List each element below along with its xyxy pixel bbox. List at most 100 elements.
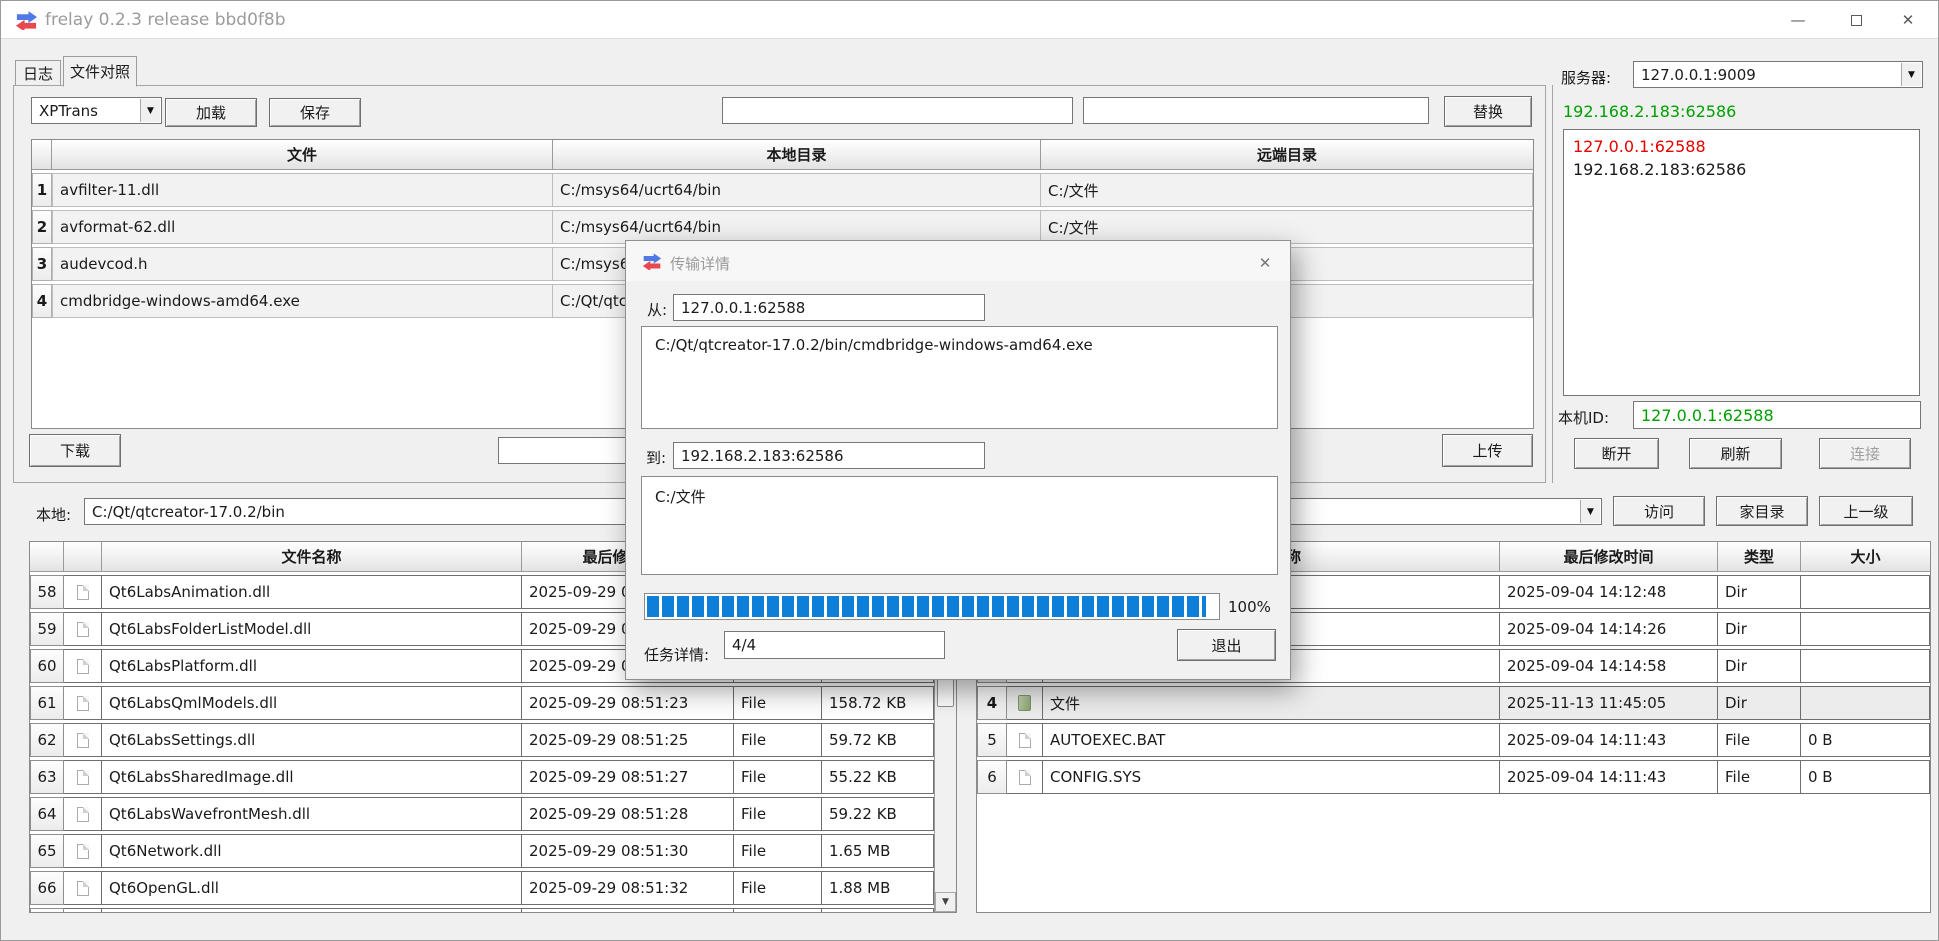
cell-name[interactable]: Qt6LabsQmlModels.dll — [102, 686, 522, 720]
cell-name[interactable]: Qt6Network.dll — [102, 834, 522, 868]
col-local-dir[interactable]: 本地目录 — [553, 140, 1041, 170]
cell-local[interactable]: C:/msys64/ucrt64/bin — [553, 210, 1041, 244]
upload-button[interactable]: 上传 — [1442, 434, 1533, 467]
cell-type[interactable]: File — [1718, 760, 1801, 794]
tab-log[interactable]: 日志 — [15, 60, 61, 85]
cell-remote[interactable]: C:/文件 — [1041, 210, 1533, 244]
table-row[interactable]: 61 Qt6LabsQmlModels.dll 2025-09-29 08:51… — [30, 686, 936, 720]
local-id-input[interactable]: 127.0.0.1:62588 — [1633, 401, 1921, 429]
cell-size[interactable] — [1801, 612, 1930, 646]
cell-name[interactable]: Qt6LabsWavefrontMesh.dll — [102, 797, 522, 831]
source-path-box[interactable]: C:/Qt/qtcreator-17.0.2/bin/cmdbridge-win… — [641, 326, 1278, 429]
cell-name[interactable]: Qt6LabsSharedImage.dll — [102, 760, 522, 794]
cell-type[interactable]: File — [734, 760, 822, 794]
col-modified[interactable]: 最后修改时间 — [1500, 542, 1718, 572]
cell-type[interactable]: File — [734, 723, 822, 757]
cell-modified[interactable]: 2025-09-04 14:14:58 — [1500, 649, 1718, 683]
cell-name[interactable]: CONFIG.SYS — [1043, 760, 1500, 794]
cell-name[interactable]: Qt6LabsFolderListModel.dll — [102, 612, 522, 646]
cell-modified[interactable]: 2025-09-04 14:11:43 — [1500, 760, 1718, 794]
list-item[interactable]: 192.168.2.183:62586 — [1573, 158, 1910, 181]
table-row[interactable]: 65 Qt6Network.dll 2025-09-29 08:51:30 Fi… — [30, 834, 936, 868]
cell-modified[interactable]: 2025-09-29 08:51:28 — [522, 797, 734, 831]
cell-type[interactable]: File — [1718, 723, 1801, 757]
from-input[interactable]: 127.0.0.1:62588 — [673, 294, 985, 321]
cell-type[interactable]: File — [734, 797, 822, 831]
cell-modified[interactable]: 2025-11-13 11:45:05 — [1500, 686, 1718, 720]
cell-name[interactable]: 文件 — [1043, 686, 1500, 720]
list-item[interactable]: 127.0.0.1:62588 — [1573, 135, 1910, 158]
cell-local[interactable]: C:/msys64/ucrt64/bin — [553, 173, 1041, 207]
home-dir-button[interactable]: 家目录 — [1716, 496, 1808, 526]
cell-size[interactable]: 59.22 KB — [822, 797, 934, 831]
cell-type[interactable]: Dir — [1718, 649, 1801, 683]
cell-modified[interactable]: 2025-09-29 08:51:32 — [522, 871, 734, 905]
cell-modified[interactable]: 2025-09-04 14:11:43 — [1500, 723, 1718, 757]
replace-button[interactable]: 替换 — [1444, 96, 1532, 127]
cell-file[interactable]: cmdbridge-windows-amd64.exe — [52, 284, 553, 318]
to-input[interactable]: 192.168.2.183:62586 — [673, 442, 985, 469]
col-size[interactable]: 大小 — [1801, 542, 1930, 572]
queue-input[interactable] — [498, 437, 644, 464]
tab-file-comparison[interactable]: 文件对照 — [63, 56, 137, 87]
cell-file[interactable]: avfilter-11.dll — [52, 173, 553, 207]
connect-button[interactable]: 连接 — [1819, 438, 1911, 469]
table-row[interactable]: 64 Qt6LabsWavefrontMesh.dll 2025-09-29 0… — [30, 797, 936, 831]
cell-size[interactable]: 59.72 KB — [822, 723, 934, 757]
refresh-button[interactable]: 刷新 — [1689, 438, 1782, 469]
cell-name[interactable] — [102, 908, 522, 913]
cell-modified[interactable]: 2025-09-04 14:12:48 — [1500, 575, 1718, 609]
col-file-name[interactable]: 文件名称 — [102, 542, 522, 572]
table-row[interactable]: 62 Qt6LabsSettings.dll 2025-09-29 08:51:… — [30, 723, 936, 757]
close-button[interactable]: ✕ — [1884, 1, 1932, 39]
maximize-button[interactable] — [1832, 1, 1880, 39]
table-row[interactable] — [30, 908, 936, 913]
table-row-selected[interactable]: 4 文件 2025-11-13 11:45:05 Dir — [977, 686, 1930, 720]
col-remote-dir[interactable]: 远端目录 — [1041, 140, 1533, 170]
cell-type[interactable]: File — [734, 871, 822, 905]
server-select[interactable]: 127.0.0.1:9009 ▼ — [1633, 61, 1923, 88]
table-row[interactable]: 63 Qt6LabsSharedImage.dll 2025-09-29 08:… — [30, 760, 936, 794]
cell-modified[interactable]: 2025-09-04 14:14:26 — [1500, 612, 1718, 646]
cell-size[interactable]: 158.72 KB — [822, 686, 934, 720]
cell-size[interactable]: 0 B — [1801, 760, 1930, 794]
cell-size[interactable] — [1801, 649, 1930, 683]
exit-button[interactable]: 退出 — [1177, 629, 1276, 661]
profile-select[interactable]: XPTrans ▼ — [31, 97, 162, 124]
cell-modified[interactable]: 2025-09-29 08:51:30 — [522, 834, 734, 868]
find-input[interactable] — [722, 97, 1073, 124]
dialog-close-button[interactable]: ✕ — [1252, 251, 1278, 275]
col-type[interactable]: 类型 — [1718, 542, 1801, 572]
cell-name[interactable]: Qt6LabsAnimation.dll — [102, 575, 522, 609]
save-button[interactable]: 保存 — [269, 98, 361, 127]
up-level-button[interactable]: 上一级 — [1819, 496, 1913, 526]
cell-file[interactable]: audevcod.h — [52, 247, 553, 281]
cell-name[interactable]: Qt6LabsSettings.dll — [102, 723, 522, 757]
disconnect-button[interactable]: 断开 — [1574, 438, 1659, 469]
table-row[interactable]: 6 CONFIG.SYS 2025-09-04 14:11:43 File 0 … — [977, 760, 1930, 794]
cell-size[interactable] — [1801, 686, 1930, 720]
cell-size[interactable] — [822, 908, 934, 913]
minimize-button[interactable]: — — [1774, 1, 1822, 39]
cell-name[interactable]: AUTOEXEC.BAT — [1043, 723, 1500, 757]
cell-type[interactable]: File — [734, 686, 822, 720]
cell-size[interactable]: 1.65 MB — [822, 834, 934, 868]
cell-type[interactable] — [734, 908, 822, 913]
table-row[interactable]: 5 AUTOEXEC.BAT 2025-09-04 14:11:43 File … — [977, 723, 1930, 757]
destination-path-box[interactable]: C:/文件 — [641, 476, 1278, 575]
replace-input[interactable] — [1083, 97, 1429, 124]
visit-button[interactable]: 访问 — [1613, 496, 1705, 526]
cell-name[interactable]: Qt6LabsPlatform.dll — [102, 649, 522, 683]
cell-remote[interactable]: C:/文件 — [1041, 173, 1533, 207]
cell-size[interactable]: 55.22 KB — [822, 760, 934, 794]
cell-modified[interactable]: 2025-09-29 08:51:25 — [522, 723, 734, 757]
cell-type[interactable]: Dir — [1718, 686, 1801, 720]
download-button[interactable]: 下载 — [29, 434, 121, 467]
scroll-down-icon[interactable]: ▼ — [935, 892, 956, 912]
cell-type[interactable]: Dir — [1718, 575, 1801, 609]
cell-modified[interactable]: 2025-09-29 08:51:23 — [522, 686, 734, 720]
table-row[interactable]: 2 avformat-62.dll C:/msys64/ucrt64/bin C… — [32, 210, 1533, 244]
cell-size[interactable] — [1801, 575, 1930, 609]
load-button[interactable]: 加载 — [165, 98, 257, 127]
task-details-input[interactable]: 4/4 — [724, 631, 945, 659]
